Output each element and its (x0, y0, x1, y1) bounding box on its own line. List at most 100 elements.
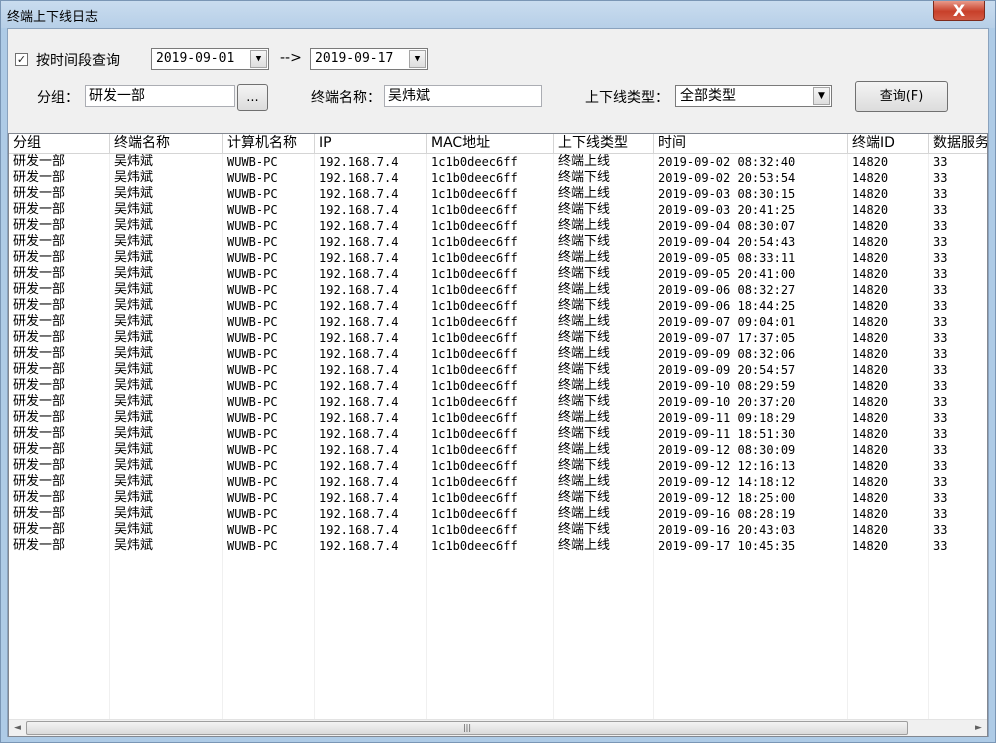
cell-ip: 192.168.7.4 (319, 299, 399, 313)
table-row[interactable]: 研发一部 吴炜斌 WUWB-PC 192.168.7.4 1c1b0deec6ff 终端上… (9, 410, 987, 426)
table-row[interactable]: 研发一部 吴炜斌 WUWB-PC 192.168.7.4 1c1b0deec6ff 终端上… (9, 506, 987, 522)
cell-online-type: 终端下线 (558, 394, 611, 409)
table-row[interactable]: 研发一部 吴炜斌 WUWB-PC 192.168.7.4 1c1b0deec6ff 终端下… (9, 298, 987, 314)
date-from-picker[interactable]: 2019-09-01 ▼ (151, 48, 269, 70)
scroll-left-icon[interactable]: ◄ (9, 720, 26, 736)
cell-mac-address: 1c1b0deec6ff (431, 299, 518, 313)
cell-group: 研发一部 (13, 538, 66, 553)
table-row[interactable]: 研发一部 吴炜斌 WUWB-PC 192.168.7.4 1c1b0deec6ff 终端上… (9, 442, 987, 458)
group-field[interactable]: 研发一部 (85, 85, 235, 107)
chevron-down-icon[interactable]: ▼ (250, 50, 267, 68)
table-row[interactable]: 研发一部 吴炜斌 WUWB-PC 192.168.7.4 1c1b0deec6ff 终端上… (9, 250, 987, 266)
online-type-value: 全部类型 (680, 88, 736, 104)
column-header-ip[interactable]: IP (315, 134, 427, 154)
table-row[interactable]: 研发一部 吴炜斌 WUWB-PC 192.168.7.4 1c1b0deec6ff 终端上… (9, 282, 987, 298)
cell-terminal-name: 吴炜斌 (114, 426, 154, 441)
table-row[interactable]: 研发一部 吴炜斌 WUWB-PC 192.168.7.4 1c1b0deec6ff 终端上… (9, 154, 987, 170)
cell-time: 2019-09-12 14:18:12 (658, 475, 796, 489)
cell-terminal-id: 14820 (852, 491, 889, 505)
table-row[interactable]: 研发一部 吴炜斌 WUWB-PC 192.168.7.4 1c1b0deec6ff 终端下… (9, 330, 987, 346)
cell-online-type: 终端下线 (558, 330, 611, 345)
online-type-select[interactable]: 全部类型 ▼ (675, 85, 832, 107)
table-row[interactable]: 研发一部 吴炜斌 WUWB-PC 192.168.7.4 1c1b0deec6ff 终端上… (9, 378, 987, 394)
column-header-online-type[interactable]: 上下线类型 (554, 134, 654, 154)
column-header-mac-address[interactable]: MAC地址 (427, 134, 554, 154)
cell-mac-address: 1c1b0deec6ff (431, 507, 518, 521)
table-row[interactable]: 研发一部 吴炜斌 WUWB-PC 192.168.7.4 1c1b0deec6ff 终端上… (9, 474, 987, 490)
cell-online-type: 终端上线 (558, 506, 611, 521)
cell-terminal-id: 14820 (852, 363, 889, 377)
column-header-terminal-id[interactable]: 终端ID (848, 134, 929, 154)
chevron-down-icon[interactable]: ▼ (813, 87, 830, 105)
close-button[interactable]: X (933, 1, 985, 21)
cell-data-service: 33 (933, 155, 948, 169)
scrollbar-thumb[interactable]: ||| (26, 721, 908, 735)
cell-ip: 192.168.7.4 (319, 443, 399, 457)
column-header-data-service[interactable]: 数据服务 (929, 134, 987, 154)
cell-time: 2019-09-09 20:54:57 (658, 363, 796, 377)
cell-terminal-name: 吴炜斌 (114, 490, 154, 505)
time-range-label[interactable]: 按时间段查询 (36, 50, 120, 70)
table-row[interactable]: 研发一部 吴炜斌 WUWB-PC 192.168.7.4 1c1b0deec6ff 终端下… (9, 234, 987, 250)
cell-online-type: 终端上线 (558, 314, 611, 329)
time-range-checkbox[interactable]: ✓ (15, 53, 28, 66)
table-row[interactable]: 研发一部 吴炜斌 WUWB-PC 192.168.7.4 1c1b0deec6ff 终端上… (9, 346, 987, 362)
cell-data-service: 33 (933, 539, 948, 553)
table-row[interactable]: 研发一部 吴炜斌 WUWB-PC 192.168.7.4 1c1b0deec6ff 终端上… (9, 218, 987, 234)
log-window: 终端上下线日志 X ✓ 按时间段查询 2019-09-01 ▼ --> 2019… (0, 0, 996, 743)
table-row[interactable]: 研发一部 吴炜斌 WUWB-PC 192.168.7.4 1c1b0deec6ff 终端下… (9, 170, 987, 186)
column-header-time[interactable]: 时间 (654, 134, 848, 154)
cell-group: 研发一部 (13, 250, 66, 265)
cell-ip: 192.168.7.4 (319, 267, 399, 281)
table-row[interactable]: 研发一部 吴炜斌 WUWB-PC 192.168.7.4 1c1b0deec6ff 终端上… (9, 314, 987, 330)
table-row[interactable]: 研发一部 吴炜斌 WUWB-PC 192.168.7.4 1c1b0deec6ff 终端下… (9, 490, 987, 506)
cell-online-type: 终端下线 (558, 202, 611, 217)
column-divider (314, 154, 315, 719)
scroll-right-icon[interactable]: ► (970, 720, 987, 736)
cell-ip: 192.168.7.4 (319, 379, 399, 393)
table-row[interactable]: 研发一部 吴炜斌 WUWB-PC 192.168.7.4 1c1b0deec6ff 终端上… (9, 538, 987, 554)
cell-computer-name: WUWB-PC (227, 491, 278, 505)
terminal-name-field[interactable]: 吴炜斌 (384, 85, 542, 107)
cell-terminal-name: 吴炜斌 (114, 378, 154, 393)
cell-online-type: 终端上线 (558, 250, 611, 265)
column-divider (847, 154, 848, 719)
cell-computer-name: WUWB-PC (227, 299, 278, 313)
log-table[interactable]: 分组 终端名称 计算机名称 IP MAC地址 上下线类型 时间 终端ID 数据服务 研发一部 吴炜… (8, 133, 988, 737)
date-to-picker[interactable]: 2019-09-17 ▼ (310, 48, 428, 70)
cell-terminal-name: 吴炜斌 (114, 330, 154, 345)
cell-computer-name: WUWB-PC (227, 443, 278, 457)
cell-group: 研发一部 (13, 522, 66, 537)
column-header-group[interactable]: 分组 (9, 134, 110, 154)
column-header-computer-name[interactable]: 计算机名称 (223, 134, 315, 154)
date-from-value: 2019-09-01 (156, 51, 235, 66)
cell-group: 研发一部 (13, 346, 66, 361)
column-header-terminal-name[interactable]: 终端名称 (110, 134, 223, 154)
cell-ip: 192.168.7.4 (319, 491, 399, 505)
table-row[interactable]: 研发一部 吴炜斌 WUWB-PC 192.168.7.4 1c1b0deec6ff 终端下… (9, 362, 987, 378)
title-bar[interactable]: 终端上下线日志 X (1, 1, 995, 28)
date-to-value: 2019-09-17 (315, 51, 394, 66)
horizontal-scrollbar[interactable]: ◄ ||| ► (9, 719, 987, 736)
cell-online-type: 终端下线 (558, 266, 611, 281)
chevron-down-icon[interactable]: ▼ (409, 50, 426, 68)
column-divider (553, 154, 554, 719)
cell-data-service: 33 (933, 523, 948, 537)
dialog-body: ✓ 按时间段查询 2019-09-01 ▼ --> 2019-09-17 ▼ 分… (7, 28, 989, 737)
table-row[interactable]: 研发一部 吴炜斌 WUWB-PC 192.168.7.4 1c1b0deec6ff 终端下… (9, 458, 987, 474)
cell-terminal-id: 14820 (852, 347, 889, 361)
table-row[interactable]: 研发一部 吴炜斌 WUWB-PC 192.168.7.4 1c1b0deec6ff 终端下… (9, 522, 987, 538)
cell-group: 研发一部 (13, 234, 66, 249)
table-row[interactable]: 研发一部 吴炜斌 WUWB-PC 192.168.7.4 1c1b0deec6ff 终端下… (9, 394, 987, 410)
cell-group: 研发一部 (13, 202, 66, 217)
browse-group-button[interactable]: ... (237, 84, 268, 111)
cell-terminal-id: 14820 (852, 251, 889, 265)
table-row[interactable]: 研发一部 吴炜斌 WUWB-PC 192.168.7.4 1c1b0deec6ff 终端下… (9, 202, 987, 218)
column-divider (928, 154, 929, 719)
cell-computer-name: WUWB-PC (227, 315, 278, 329)
table-row[interactable]: 研发一部 吴炜斌 WUWB-PC 192.168.7.4 1c1b0deec6ff 终端下… (9, 426, 987, 442)
table-row[interactable]: 研发一部 吴炜斌 WUWB-PC 192.168.7.4 1c1b0deec6ff 终端下… (9, 266, 987, 282)
table-row[interactable]: 研发一部 吴炜斌 WUWB-PC 192.168.7.4 1c1b0deec6ff 终端上… (9, 186, 987, 202)
query-button[interactable]: 查询(F) (855, 81, 948, 112)
cell-mac-address: 1c1b0deec6ff (431, 251, 518, 265)
